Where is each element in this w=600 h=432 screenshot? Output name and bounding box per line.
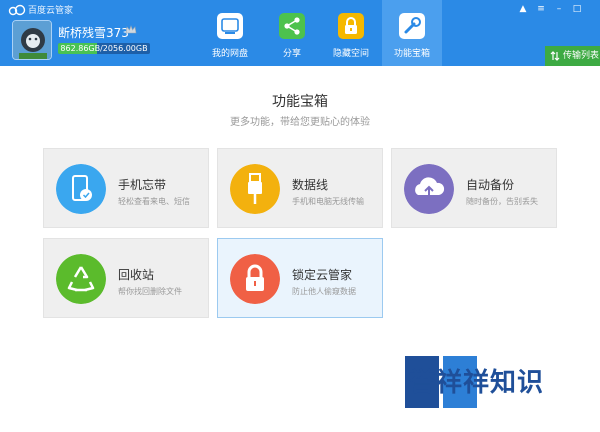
tool-card-recycle-bin[interactable]: 回收站 帮你找回删除文件 [43, 238, 209, 318]
tool-card-auto-backup[interactable]: 自动备份 随时备份，告别丢失 [391, 148, 557, 228]
tab-label: 分享 [282, 49, 301, 59]
baidu-cloud-logo-icon [8, 4, 26, 16]
phone-icon [56, 164, 106, 214]
username[interactable]: 断桥残雪373 [58, 24, 129, 41]
tool-card-title: 回收站 [118, 268, 155, 282]
storage-quota-text: 862.86GB/2056.00GB [60, 44, 148, 53]
watermark-text: 誉祥祥知识 [409, 368, 545, 398]
tab-label: 隐藏空间 [332, 49, 369, 59]
tab-label: 我的网盘 [211, 49, 248, 59]
tool-card-title: 锁定云管家 [292, 268, 353, 282]
tool-card-desc: 手机和电脑无线传输 [292, 197, 364, 206]
minimize-icon[interactable]: – [552, 3, 566, 15]
page-subtitle: 更多功能，带给您更贴心的体验 [230, 117, 370, 128]
tab-my-drive[interactable]: 我的网盘 [200, 0, 260, 66]
tool-card-title: 数据线 [292, 178, 329, 192]
page-title: 功能宝箱 [272, 94, 328, 110]
menu-icon[interactable]: ≡ [534, 3, 548, 15]
cloud-upload-icon [404, 164, 454, 214]
tool-card-usb-cable[interactable]: 数据线 手机和电脑无线传输 [217, 148, 383, 228]
transfer-list-label: 传输列表 [563, 51, 600, 61]
app-title: 百度云管家 [28, 6, 74, 16]
tab-label: 功能宝箱 [393, 49, 430, 59]
usb-cable-icon [230, 164, 280, 214]
storage-quota-bar: 862.86GB/2056.00GB [58, 43, 150, 54]
tool-card-desc: 帮你找回删除文件 [118, 287, 182, 296]
padlock-icon [230, 254, 280, 304]
share-icon [279, 13, 305, 39]
tool-card-phone[interactable]: 手机忘带 轻松查看来电、短信 [43, 148, 209, 228]
tool-card-title: 手机忘带 [118, 178, 167, 192]
title-bar: 百度云管家 断桥残雪373 862.86GB/2056.00GB 我的网盘 分享… [0, 0, 600, 66]
maximize-icon[interactable]: □ [570, 3, 584, 15]
transfer-icon [550, 51, 560, 61]
lock-icon [338, 13, 364, 39]
tool-card-lock-manager[interactable]: 锁定云管家 防止他人偷窥数据 [217, 238, 383, 318]
tool-card-desc: 随时备份，告别丢失 [466, 197, 538, 206]
tool-card-title: 自动备份 [466, 178, 515, 192]
tab-share[interactable]: 分享 [262, 0, 322, 66]
tool-card-desc: 轻松查看来电、短信 [118, 197, 190, 206]
avatar[interactable] [12, 20, 52, 60]
notification-bell-icon[interactable]: ▲ [516, 3, 530, 15]
watermark: 誉祥祥知识 [405, 356, 585, 410]
avatar-image [13, 21, 51, 59]
cloud-drive-icon [217, 13, 243, 39]
tab-toolbox[interactable]: 功能宝箱 [382, 0, 442, 66]
transfer-list-button[interactable]: 传输列表 [545, 46, 600, 66]
toolbox-icon [399, 13, 425, 39]
recycle-icon [56, 254, 106, 304]
window-controls: ▲ ≡ – □ [516, 3, 596, 15]
tool-card-desc: 防止他人偷窥数据 [292, 287, 356, 296]
vip-crown-icon[interactable] [124, 23, 138, 37]
tab-hidden-space[interactable]: 隐藏空间 [321, 0, 381, 66]
